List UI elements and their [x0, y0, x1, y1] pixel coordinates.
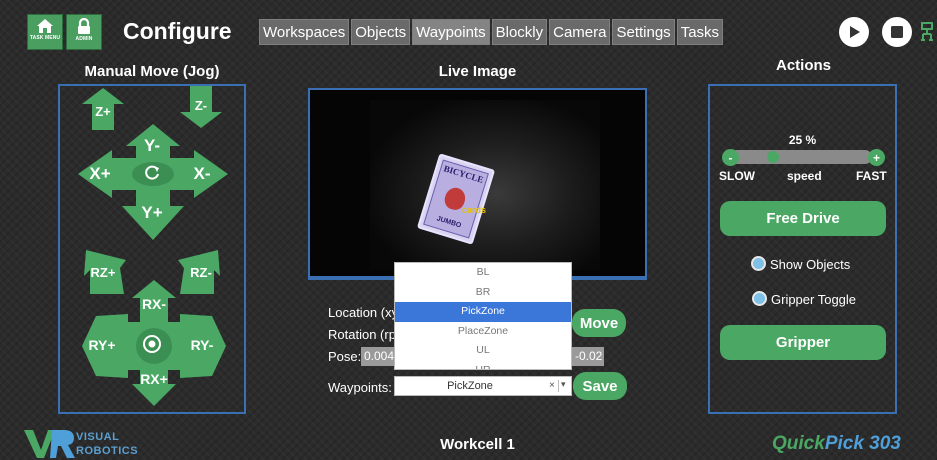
waypoint-select-value: PickZone	[447, 380, 493, 392]
ry-minus-label: RY-	[190, 337, 214, 353]
y-plus-label: Y+	[141, 203, 163, 222]
brand-name: QuickPick 303	[772, 433, 901, 455]
speed-slider-knob[interactable]	[766, 151, 779, 163]
logo-line2: ROBOTICS	[76, 445, 139, 457]
slow-label: SLOW	[719, 169, 755, 183]
rz-minus-label: RZ-	[190, 265, 212, 280]
select-divider	[558, 380, 559, 392]
dropdown-option[interactable]: PlaceZone	[395, 322, 571, 342]
gripper-button[interactable]: Gripper	[720, 325, 886, 360]
rx-minus-button[interactable]: RX-	[132, 296, 176, 314]
jog-title: Manual Move (Jog)	[84, 63, 220, 80]
speed-increase-button[interactable]: +	[868, 149, 885, 166]
refresh-icon	[145, 165, 159, 180]
tab-blockly[interactable]: Blockly	[491, 19, 548, 45]
y-plus-button[interactable]: Y+	[130, 203, 174, 223]
play-button[interactable]	[839, 17, 869, 47]
speed-decrease-button[interactable]: -	[722, 149, 739, 166]
lock-icon	[78, 18, 90, 34]
stop-icon	[891, 26, 903, 38]
logo-line1: VISUAL	[76, 431, 120, 443]
page-title: Configure	[123, 18, 232, 44]
waypoint-select[interactable]: PickZone × ▾	[394, 376, 572, 396]
gripper-toggle-radio[interactable]	[752, 291, 767, 306]
z-minus-label: Z-	[194, 98, 208, 113]
tab-camera[interactable]: Camera	[549, 19, 611, 45]
rx-plus-button[interactable]: RX+	[132, 371, 176, 389]
ry-plus-label: RY+	[88, 337, 116, 353]
z-plus-label: Z+	[95, 104, 111, 119]
pose-label: Pose:	[328, 349, 362, 364]
brand-part1: Quick	[772, 433, 825, 454]
target-icon	[143, 335, 161, 353]
play-icon	[850, 26, 860, 38]
tab-bar: Workspaces Objects Waypoints Blockly Cam…	[259, 19, 725, 45]
y-minus-button[interactable]: Y-	[130, 136, 174, 156]
rx-plus-label: RX+	[140, 371, 168, 387]
x-minus-button[interactable]: X-	[182, 164, 222, 184]
live-image-title: Live Image	[438, 63, 517, 80]
x-plus-label: X+	[89, 164, 111, 183]
brand-part2: Pick 303	[824, 433, 901, 454]
waypoint-dropdown-list: BL BR PickZone PlaceZone UL UR	[394, 262, 572, 370]
ry-plus-button[interactable]: RY+	[80, 337, 124, 355]
chevron-down-icon[interactable]: ▾	[561, 379, 566, 390]
y-minus-label: Y-	[143, 136, 161, 155]
tab-settings[interactable]: Settings	[612, 19, 675, 45]
task-menu-button[interactable]: TASK MENU	[27, 14, 63, 50]
x-plus-button[interactable]: X+	[80, 164, 120, 184]
pose-value-right[interactable]: -0.02	[572, 347, 604, 366]
dropdown-option[interactable]: BL	[395, 263, 571, 283]
actions-title: Actions	[775, 57, 831, 74]
admin-label: ADMIN	[75, 36, 93, 42]
workcell-label: Workcell 1	[440, 436, 515, 453]
pose-value-left[interactable]: 0.004	[361, 347, 397, 366]
rz-plus-label: RZ+	[90, 265, 116, 280]
save-button[interactable]: Save	[573, 372, 627, 400]
ry-minus-button[interactable]: RY-	[180, 337, 224, 355]
show-objects-label: Show Objects	[770, 257, 851, 272]
speed-label: speed	[787, 169, 822, 183]
live-image-view[interactable]: BICYCLE JUMBO cards	[308, 88, 647, 280]
x-minus-label: X-	[193, 164, 211, 183]
admin-button[interactable]: ADMIN	[66, 14, 102, 50]
rx-minus-label: RX-	[141, 296, 167, 312]
free-drive-button[interactable]: Free Drive	[720, 201, 886, 236]
gripper-toggle-label: Gripper Toggle	[771, 292, 857, 307]
clear-icon[interactable]: ×	[549, 380, 555, 391]
tab-workspaces[interactable]: Workspaces	[259, 19, 350, 45]
speed-slider-track[interactable]	[730, 150, 872, 164]
speed-value: 25 %	[788, 133, 817, 147]
dropdown-option[interactable]: BR	[395, 283, 571, 303]
network-status-icon	[920, 20, 935, 49]
stop-button[interactable]	[882, 17, 912, 47]
tab-waypoints[interactable]: Waypoints	[412, 19, 490, 45]
home-icon	[37, 19, 53, 33]
waypoints-label: Waypoints:	[328, 380, 392, 395]
show-objects-radio[interactable]	[751, 256, 766, 271]
xy-reset-button[interactable]	[142, 163, 162, 188]
tab-tasks[interactable]: Tasks	[676, 19, 724, 45]
dropdown-option-selected[interactable]: PickZone	[395, 302, 571, 322]
detection-label: cards	[462, 205, 487, 215]
tab-objects[interactable]: Objects	[351, 19, 411, 45]
location-label: Location (xy	[328, 305, 399, 320]
dropdown-option[interactable]: UR	[395, 361, 571, 370]
fast-label: FAST	[856, 169, 887, 183]
rotation-center-button[interactable]	[142, 334, 162, 359]
task-menu-label: TASK MENU	[29, 35, 61, 41]
dropdown-option[interactable]: UL	[395, 341, 571, 361]
rotation-label: Rotation (rp	[328, 327, 396, 342]
move-button[interactable]: Move	[572, 309, 626, 337]
z-minus-button[interactable]: Z-	[180, 86, 222, 128]
